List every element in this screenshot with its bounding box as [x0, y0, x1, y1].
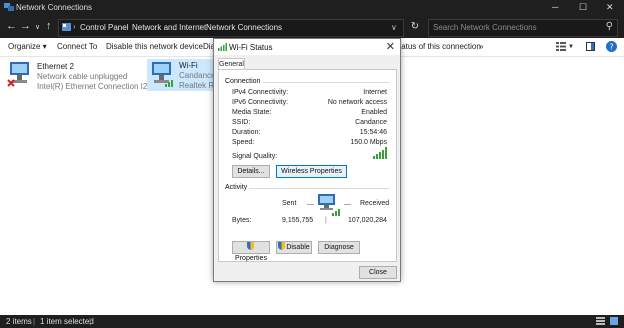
- properties-button[interactable]: Properties: [232, 241, 270, 262]
- up-arrow-icon[interactable]: ↑: [46, 20, 52, 32]
- row-label: Duration:: [232, 129, 261, 136]
- connection-item-ethernet-2[interactable]: Ethernet 2 Network cable unplugged Intel…: [7, 60, 164, 91]
- minimize-icon[interactable]: ─: [552, 2, 558, 12]
- ipv4-row: IPv4 Connectivity: Internet: [232, 89, 387, 98]
- svg-text:?: ?: [609, 43, 613, 52]
- signal-bars-icon: [373, 147, 387, 159]
- signal-quality-row: Signal Quality:: [232, 147, 387, 162]
- more-commands-button[interactable]: »: [479, 42, 483, 51]
- sent-dash: —: [307, 201, 314, 208]
- row-value: Candance: [355, 119, 387, 126]
- network-activity-icon: [318, 194, 340, 216]
- activity-section-label: Activity: [225, 184, 248, 191]
- ssid-row: SSID: Candance: [232, 119, 387, 128]
- row-label: Signal Quality:: [232, 153, 278, 160]
- disable-button[interactable]: Disable: [276, 241, 312, 254]
- item-count: 2 items: [6, 317, 32, 326]
- media-state-row: Media State: Enabled: [232, 109, 387, 118]
- view-options-icon[interactable]: [556, 42, 566, 51]
- breadcrumb-separator-icon: ›: [124, 22, 127, 31]
- preview-pane-icon[interactable]: [586, 42, 595, 51]
- refresh-icon[interactable]: ↻: [406, 19, 424, 35]
- dialog-titlebar: Wi-Fi Status ✕: [214, 39, 400, 55]
- connect-to-button[interactable]: Connect To: [57, 42, 97, 51]
- details-button[interactable]: Details...: [232, 165, 270, 178]
- row-value: 15:54:46: [359, 129, 387, 136]
- row-label: IPv4 Connectivity:: [232, 89, 289, 96]
- window-titlebar: Network Connections ─ ☐ ✕: [0, 0, 624, 16]
- uac-shield-icon: [278, 242, 286, 250]
- wifi-adapter-icon: [152, 62, 173, 87]
- dialog-title: Wi-Fi Status: [229, 43, 273, 52]
- control-panel-icon: [62, 23, 71, 31]
- row-value: No network access: [327, 99, 387, 106]
- row-label: Media State:: [232, 109, 272, 116]
- search-icon: ⚲: [605, 21, 613, 32]
- details-view-icon[interactable]: [596, 317, 605, 325]
- recent-dropdown-icon[interactable]: ∨: [35, 23, 40, 31]
- breadcrumb-network-connections[interactable]: Network Connections: [206, 23, 282, 32]
- maximize-icon[interactable]: ☐: [579, 2, 587, 13]
- breadcrumb-separator-icon: ›: [199, 22, 202, 31]
- bytes-divider: |: [325, 217, 327, 224]
- view-dropdown-icon[interactable]: ▼: [568, 44, 574, 50]
- speed-row: Speed: 150.0 Mbps: [232, 139, 387, 148]
- connection-name: Ethernet 2: [37, 62, 74, 71]
- row-label: IPv6 Connectivity:: [232, 99, 289, 106]
- row-value: Internet: [363, 89, 387, 96]
- address-box[interactable]: › Control Panel › Network and Internet ›…: [58, 19, 404, 37]
- bytes-label: Bytes:: [232, 217, 252, 224]
- help-icon[interactable]: ?: [606, 41, 617, 52]
- status-bar: 2 items | 1 item selected |: [0, 315, 624, 328]
- back-arrow-icon[interactable]: ←: [6, 20, 17, 32]
- dialog-close-icon[interactable]: ✕: [386, 40, 395, 53]
- selected-count: 1 item selected: [40, 317, 94, 326]
- wireless-properties-button[interactable]: Wireless Properties: [276, 165, 347, 178]
- connection-item-wifi[interactable]: Wi-Fi Candance Realtek RTL: [147, 59, 223, 91]
- network-connections-icon: [4, 3, 14, 11]
- properties-label: Properties: [235, 255, 267, 262]
- close-window-icon[interactable]: ✕: [606, 2, 614, 13]
- section-divider: [249, 188, 389, 189]
- ipv6-row: IPv6 Connectivity: No network access: [232, 99, 387, 108]
- status-separator: |: [33, 317, 36, 326]
- row-label: SSID:: [232, 119, 251, 126]
- close-button[interactable]: Close: [359, 266, 397, 279]
- view-status-button[interactable]: tatus of this connection: [399, 42, 481, 51]
- breadcrumb-separator-icon: ›: [73, 22, 76, 31]
- wifi-status-dialog: Wi-Fi Status ✕ General Connection IPv4 C…: [213, 38, 401, 282]
- bytes-sent-value: 9,155,755: [282, 217, 314, 224]
- breadcrumb-network-and-internet[interactable]: Network and Internet: [132, 23, 206, 32]
- disable-label: Disable: [286, 244, 310, 251]
- duration-row: Duration: 15:54:46: [232, 129, 387, 138]
- organize-button[interactable]: Organize ▾: [8, 42, 47, 51]
- row-value: 150.0 Mbps: [350, 139, 387, 146]
- address-dropdown-icon[interactable]: ∨: [391, 23, 397, 32]
- breadcrumb-control-panel[interactable]: Control Panel: [80, 23, 128, 32]
- window-title: Network Connections: [16, 3, 93, 12]
- search-placeholder: Search Network Connections: [433, 23, 537, 32]
- ethernet-adapter-icon: [7, 62, 29, 87]
- uac-shield-icon: [247, 242, 254, 250]
- section-divider: [263, 82, 389, 83]
- general-panel: Connection IPv4 Connectivity: Internet IP…: [218, 69, 397, 262]
- row-value: Enabled: [361, 109, 387, 116]
- connection-device: Intel(R) Ethernet Connection I219-V: [37, 82, 165, 91]
- forward-arrow-icon[interactable]: →: [20, 20, 31, 32]
- received-label: Received: [360, 200, 390, 207]
- wifi-signal-icon: [218, 43, 227, 51]
- connection-section-label: Connection: [225, 78, 261, 85]
- diagnose-dialog-button[interactable]: Diagnose: [318, 241, 360, 254]
- large-icons-view-icon[interactable]: [610, 317, 618, 325]
- received-dash: —: [344, 201, 351, 208]
- disable-device-button[interactable]: Disable this network device: [106, 42, 203, 51]
- address-bar-row: ← → ∨ ↑ › Control Panel › Network and In…: [0, 16, 624, 38]
- sent-label: Sent: [282, 200, 297, 207]
- bytes-received-value: 107,020,284: [348, 217, 387, 224]
- search-input[interactable]: Search Network Connections ⚲: [428, 19, 618, 37]
- status-separator: |: [89, 317, 92, 326]
- connection-status: Network cable unplugged: [37, 72, 128, 81]
- row-label: Speed:: [232, 139, 255, 146]
